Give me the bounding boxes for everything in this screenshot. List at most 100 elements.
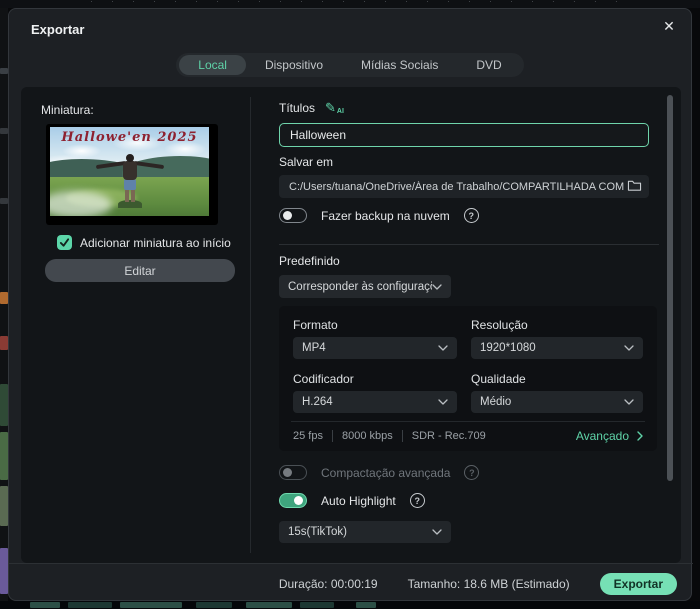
- add-thumbnail-label: Adicionar miniatura ao início: [80, 235, 231, 250]
- background-app-left-strip: [0, 8, 8, 601]
- chevron-down-icon: [624, 399, 634, 405]
- tab-local[interactable]: Local: [179, 55, 246, 75]
- bitrate-value: 8000 kbps: [341, 430, 393, 442]
- toggle-knob: [294, 496, 303, 505]
- auto-highlight-label: Auto Highlight: [321, 493, 396, 508]
- save-path-text: C:/Users/tuana/OneDrive/Área de Trabalho…: [289, 180, 625, 193]
- export-button[interactable]: Exportar: [599, 573, 677, 595]
- close-icon[interactable]: ✕: [659, 16, 679, 36]
- encoder-dropdown[interactable]: H.264: [293, 391, 457, 413]
- add-thumbnail-checkbox[interactable]: [57, 235, 72, 250]
- advanced-compression-row: Compactação avançada ?: [279, 465, 659, 480]
- preset-label: Predefinido: [279, 254, 340, 268]
- person-shorts: [123, 178, 136, 190]
- background-blob: [0, 432, 8, 480]
- separator: [401, 430, 403, 442]
- fps-value: 25 fps: [293, 430, 323, 442]
- resolution-value: 1920*1080: [480, 342, 536, 354]
- folder-icon[interactable]: [627, 179, 642, 192]
- auto-highlight-toggle[interactable]: [279, 493, 307, 508]
- background-timeline-clip: [246, 602, 292, 608]
- chevron-down-icon: [438, 399, 448, 405]
- background-blob: [0, 198, 8, 204]
- format-label: Formato: [293, 318, 338, 332]
- preset-value: Corresponder às configurações...: [288, 280, 432, 293]
- column-divider: [250, 97, 251, 553]
- background-blob: [0, 384, 8, 426]
- ai-badge: AI: [336, 108, 344, 115]
- advanced-link[interactable]: Avançado: [576, 429, 643, 443]
- size-text: Tamanho: 18.6 MB (Estimado): [407, 577, 570, 591]
- format-dropdown[interactable]: MP4: [293, 337, 457, 359]
- chevron-down-icon: [438, 345, 448, 351]
- thumbnail-preview[interactable]: Hallowe'en 2025: [46, 124, 218, 225]
- duration-text: Duração: 00:00:19: [278, 577, 378, 591]
- color-space-value: SDR - Rec.709: [411, 430, 486, 442]
- background-blob: [0, 292, 8, 304]
- section-divider: [279, 244, 659, 245]
- cloud-backup-row: Fazer backup na nuvem ?: [279, 208, 659, 223]
- footer-bar: Duração: 00:00:19 Tamanho: 18.6 MB (Esti…: [9, 569, 677, 599]
- thumbnail-checkbox-row: Adicionar miniatura ao início: [57, 235, 231, 250]
- background-menu-ghost: ··························: [90, 0, 636, 6]
- format-value: MP4: [302, 342, 326, 354]
- check-icon: [59, 238, 70, 247]
- save-path-field[interactable]: C:/Users/tuana/OneDrive/Área de Trabalho…: [279, 175, 649, 198]
- background-blob: [0, 68, 8, 74]
- footer-divider: [9, 563, 693, 564]
- preset-dropdown[interactable]: Corresponder às configurações...: [279, 275, 451, 298]
- background-app-timeline-strip: [0, 601, 700, 609]
- encoder-label: Codificador: [293, 372, 354, 386]
- background-timeline-clip: [300, 602, 334, 608]
- ai-pencil-icon[interactable]: ✎ AI: [325, 100, 344, 116]
- photo-title-text: Hallowe'en 2025: [61, 130, 198, 145]
- format-settings-card: Formato Resolução MP4 1920*1080 Codifica…: [279, 306, 657, 451]
- person-head: [125, 153, 134, 162]
- background-blob: [0, 336, 8, 350]
- encoder-value: H.264: [302, 396, 333, 408]
- help-icon[interactable]: ?: [464, 465, 480, 480]
- quality-dropdown[interactable]: Médio: [471, 391, 643, 413]
- photo-fog: [50, 191, 113, 216]
- background-blob: [0, 128, 8, 134]
- export-dialog: Exportar ✕ Local Dispositivo Mídias Soci…: [8, 8, 693, 601]
- edit-thumbnail-button[interactable]: Editar: [45, 259, 235, 282]
- titles-label: Títulos: [279, 101, 316, 115]
- background-timeline-clip: [30, 602, 60, 608]
- toggle-knob: [283, 211, 292, 220]
- tab-midias-sociais[interactable]: Mídias Sociais: [342, 55, 457, 75]
- person-leg: [124, 188, 129, 202]
- advanced-compression-toggle[interactable]: [279, 465, 307, 480]
- tab-dispositivo[interactable]: Dispositivo: [246, 55, 342, 75]
- scrollbar-thumb[interactable]: [667, 95, 673, 481]
- help-icon[interactable]: ?: [409, 493, 425, 508]
- title-input[interactable]: [279, 123, 649, 147]
- resolution-dropdown[interactable]: 1920*1080: [471, 337, 643, 359]
- cloud-backup-label: Fazer backup na nuvem: [321, 208, 450, 223]
- person-leg: [130, 188, 135, 202]
- dialog-title: Exportar: [31, 22, 85, 37]
- quality-value: Médio: [480, 396, 512, 408]
- chevron-down-icon: [624, 345, 634, 351]
- separator: [331, 430, 333, 442]
- highlight-duration-value: 15s(TikTok): [288, 526, 347, 538]
- background-blob: [0, 548, 8, 594]
- resolution-label: Resolução: [471, 318, 528, 332]
- background-blob: [0, 486, 8, 526]
- tab-dvd[interactable]: DVD: [457, 55, 520, 75]
- background-timeline-clip: [120, 602, 182, 608]
- highlight-duration-dropdown[interactable]: 15s(TikTok): [279, 521, 451, 543]
- chevron-down-icon: [432, 529, 442, 535]
- background-app-top-strip: ··························: [0, 0, 700, 8]
- quality-label: Qualidade: [471, 372, 526, 386]
- miniatura-label: Miniatura:: [41, 103, 94, 117]
- help-icon[interactable]: ?: [463, 208, 479, 223]
- cloud-backup-toggle[interactable]: [279, 208, 307, 223]
- thumbnail-photo: Hallowe'en 2025: [50, 127, 209, 216]
- advanced-compression-label: Compactação avançada: [321, 465, 451, 480]
- chevron-right-icon: [637, 431, 643, 441]
- background-timeline-clip: [68, 602, 112, 608]
- background-timeline-clip: [196, 602, 232, 608]
- advanced-label: Avançado: [575, 429, 629, 443]
- person-mound: [117, 199, 142, 208]
